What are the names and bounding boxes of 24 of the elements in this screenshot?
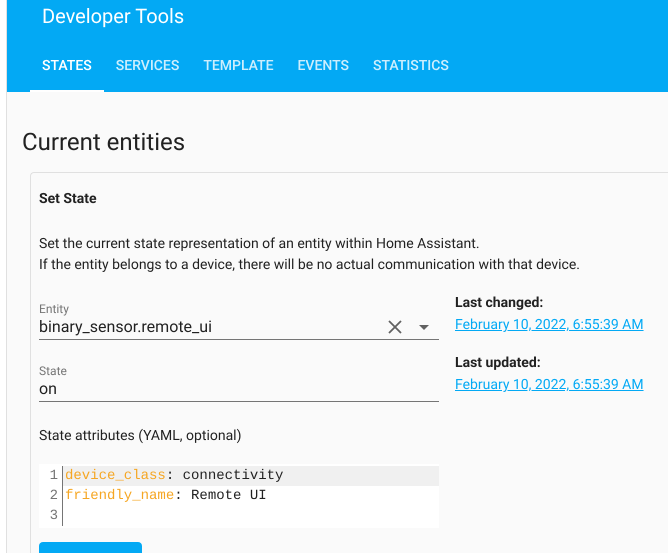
card-title: Set State	[39, 190, 98, 209]
description-text: Set the current state representation of an entity within Home Assistant.	[39, 235, 481, 254]
timestamp-label: Last changed:	[455, 294, 544, 312]
timestamp-link[interactable]: February 10, 2022, 6:55:39 AM	[455, 377, 644, 393]
code-editor[interactable]: 1 2 3 device_class: connectivity friendly_name: Remote UI	[39, 464, 439, 528]
nav-tab[interactable]: STATES	[30, 43, 104, 92]
nav-tab[interactable]: SERVICES	[104, 43, 192, 92]
description-text: If the entity belongs to a device, there will be no actual communication with that device.	[39, 256, 581, 275]
page-title: Current entities	[22, 128, 186, 156]
nav-tab[interactable]: EVENTS	[286, 43, 362, 92]
clear-icon[interactable]	[387, 319, 403, 335]
line-number: 3	[48, 507, 58, 526]
line-number: 2	[48, 487, 58, 506]
header-title: Developer Tools	[41, 3, 186, 28]
nav-tab[interactable]: TEMPLATE	[191, 43, 286, 92]
code-line: friendly_name: Remote UI	[64, 487, 268, 506]
timestamp-label: Last updated:	[455, 354, 542, 372]
entity-field[interactable]: Entity binary_sensor.remote_ui	[39, 292, 439, 340]
attributes-label: State attributes (YAML, optional)	[39, 427, 242, 446]
nav-tab[interactable]: STATISTICS	[361, 43, 461, 92]
state-field[interactable]: State on	[39, 354, 439, 402]
line-number: 1	[48, 467, 58, 486]
dropdown-caret-icon[interactable]	[419, 324, 429, 330]
timestamp-link[interactable]: February 10, 2022, 6:55:39 AM	[455, 317, 644, 333]
